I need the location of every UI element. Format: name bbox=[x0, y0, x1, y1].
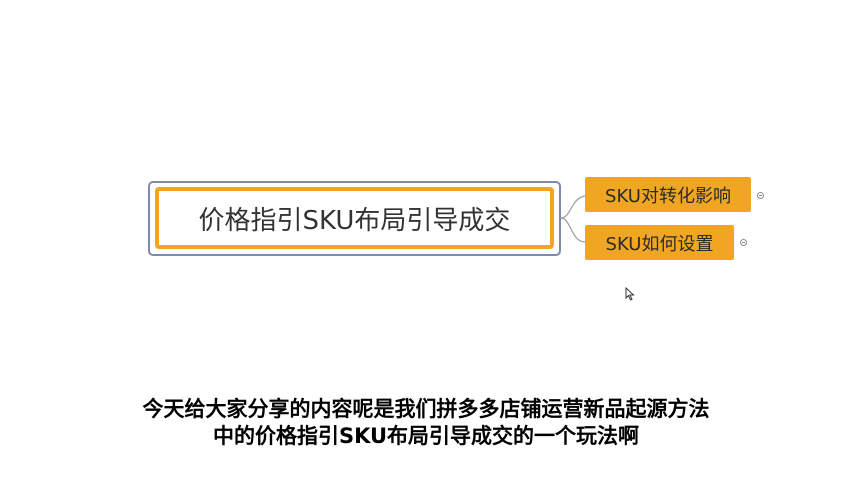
connector-to-sub-2 bbox=[560, 217, 586, 243]
sub-topic-sku-conversion[interactable]: SKU对转化影响 bbox=[585, 177, 751, 212]
sub-topic-label: SKU对转化影响 bbox=[605, 185, 731, 207]
caption-line-1: 今天给大家分享的内容呢是我们拼多多店铺运营新品起源方法 bbox=[142, 397, 710, 421]
caption-line-2: 中的价格指引SKU布局引导成交的一个玩法啊 bbox=[212, 424, 640, 448]
mouse-pointer-icon bbox=[625, 287, 635, 301]
central-topic[interactable]: 价格指引SKU布局引导成交 bbox=[155, 187, 554, 249]
connector-to-sub-1 bbox=[560, 195, 586, 219]
central-topic-label: 价格指引SKU布局引导成交 bbox=[198, 205, 511, 236]
expand-collapse-icon[interactable] bbox=[740, 239, 747, 246]
sub-topic-label: SKU如何设置 bbox=[605, 233, 714, 255]
sub-topic-sku-settings[interactable]: SKU如何设置 bbox=[585, 225, 734, 260]
expand-collapse-icon[interactable] bbox=[757, 192, 764, 199]
